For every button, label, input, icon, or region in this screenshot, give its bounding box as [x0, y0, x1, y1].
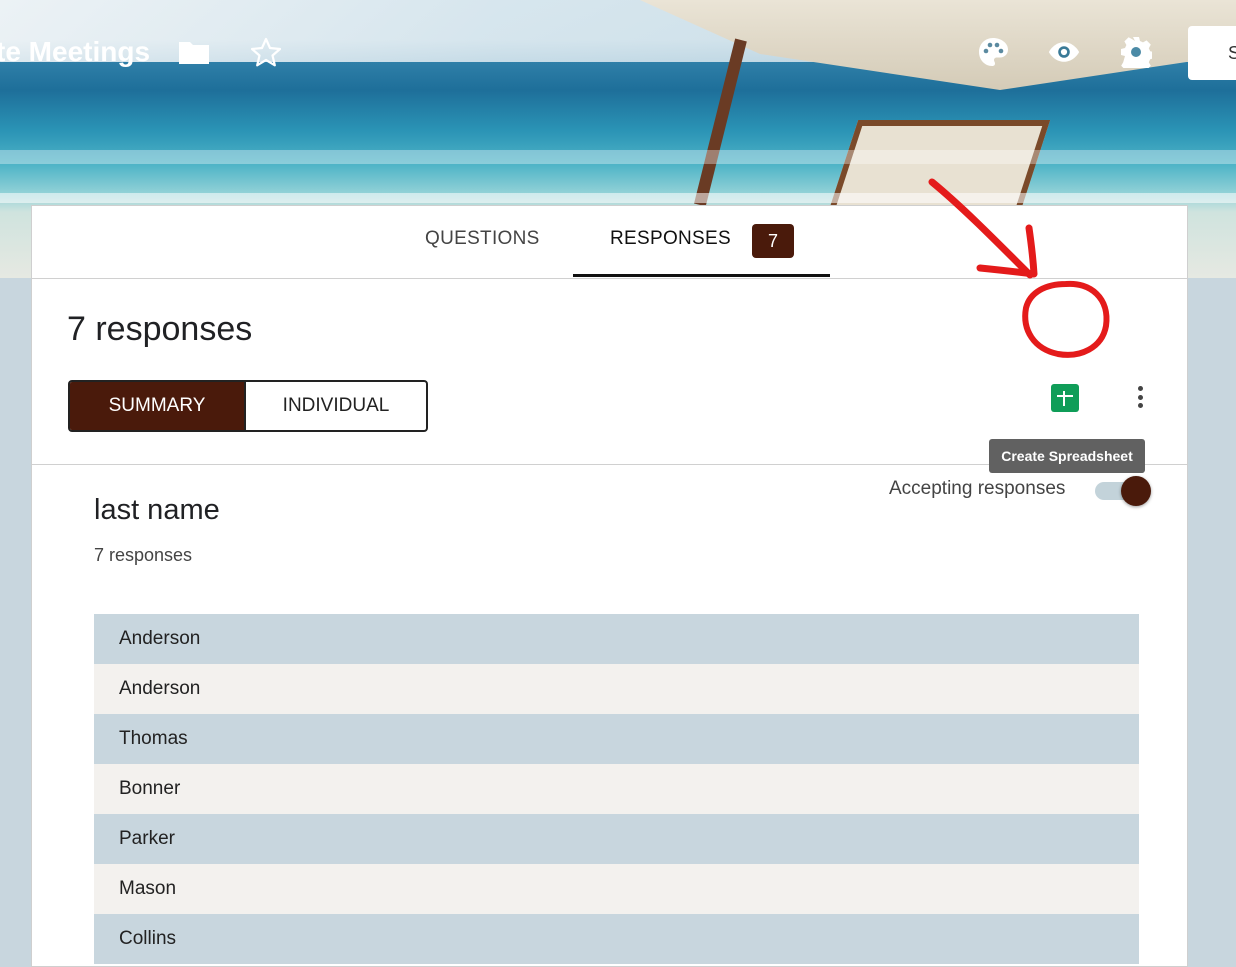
- star-icon[interactable]: [250, 36, 282, 68]
- accepting-responses-label: Accepting responses: [889, 478, 1066, 499]
- tab-responses[interactable]: RESPONSES: [610, 228, 731, 250]
- tab-questions[interactable]: QUESTIONS: [425, 228, 540, 250]
- gear-icon[interactable]: [1120, 36, 1152, 68]
- send-button[interactable]: S: [1188, 26, 1236, 80]
- accepting-responses-toggle[interactable]: [1095, 476, 1151, 506]
- list-item: Thomas: [94, 714, 1139, 764]
- palette-icon[interactable]: [977, 36, 1009, 68]
- responses-title: 7 responses: [67, 310, 253, 348]
- answer-list: Anderson Anderson Thomas Bonner Parker M…: [94, 614, 1139, 964]
- question-response-count: 7 responses: [94, 545, 193, 565]
- banner-wave: [0, 150, 1236, 164]
- list-item: Anderson: [94, 614, 1139, 664]
- create-spreadsheet-icon[interactable]: [1051, 384, 1079, 412]
- banner-umbrella-pole: [694, 38, 747, 207]
- form-title[interactable]: te Meetings: [0, 36, 150, 68]
- more-options-icon[interactable]: [1130, 382, 1150, 412]
- responses-card: QUESTIONS RESPONSES 7 7 responses SUMMAR…: [31, 205, 1188, 967]
- form-tabs: QUESTIONS RESPONSES 7: [32, 206, 1187, 279]
- list-item: Parker: [94, 814, 1139, 864]
- eye-icon[interactable]: [1048, 36, 1080, 68]
- view-toggle: SUMMARY INDIVIDUAL: [68, 380, 428, 432]
- list-item: Collins: [94, 914, 1139, 964]
- active-tab-indicator: [573, 274, 830, 277]
- response-count-badge: 7: [752, 224, 794, 258]
- list-item: Bonner: [94, 764, 1139, 814]
- summary-button[interactable]: SUMMARY: [70, 382, 244, 430]
- responses-header: 7 responses SUMMARY INDIVIDUAL Create Sp…: [32, 278, 1187, 506]
- list-item: Anderson: [94, 664, 1139, 714]
- individual-button[interactable]: INDIVIDUAL: [244, 382, 426, 430]
- folder-icon[interactable]: [178, 36, 210, 68]
- toggle-knob: [1121, 476, 1151, 506]
- create-spreadsheet-tooltip: Create Spreadsheet: [989, 439, 1145, 473]
- banner-wave: [0, 193, 1236, 203]
- list-item: Mason: [94, 864, 1139, 914]
- question-title: last name: [94, 494, 220, 526]
